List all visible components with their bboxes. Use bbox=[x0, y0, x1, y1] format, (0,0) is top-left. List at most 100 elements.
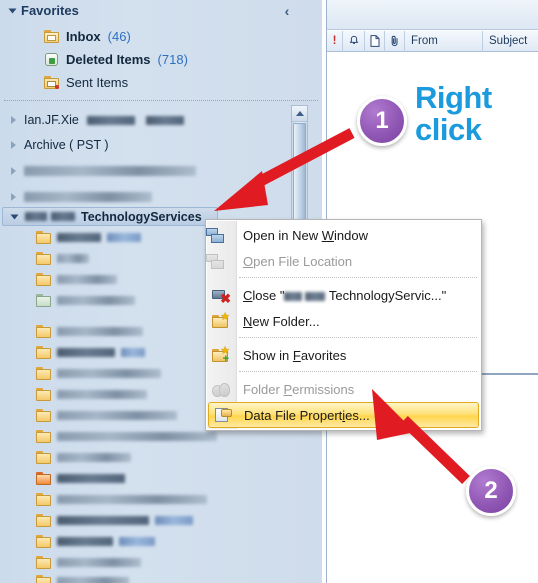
favorite-item-sent[interactable]: Sent Items bbox=[44, 71, 128, 93]
redacted-folder-label bbox=[57, 474, 125, 483]
tree-item-win-infra-support[interactable] bbox=[8, 187, 152, 207]
menu-separator bbox=[239, 277, 477, 279]
redacted-folder-label bbox=[57, 275, 117, 284]
open-location-icon bbox=[206, 253, 235, 269]
list-item[interactable] bbox=[36, 572, 129, 583]
folder-icon bbox=[36, 493, 51, 506]
tree-item-technology-services[interactable]: TechnologyServices bbox=[2, 207, 218, 226]
menu-separator bbox=[239, 337, 477, 339]
redacted-folder-label bbox=[57, 495, 207, 504]
context-menu[interactable]: Open in New Window Open File Location ✖ … bbox=[205, 219, 482, 431]
menu-item-new-folder[interactable]: ★ New Folder... bbox=[206, 308, 481, 334]
list-item[interactable] bbox=[36, 427, 217, 446]
folder-icon bbox=[36, 388, 51, 401]
reminder-column-header[interactable] bbox=[343, 30, 365, 52]
sent-folder-icon bbox=[44, 75, 59, 89]
menu-separator bbox=[239, 371, 477, 373]
list-item[interactable] bbox=[36, 511, 193, 530]
menu-label-show-in-favorites: Show in Favorites bbox=[243, 347, 347, 363]
collapse-pane-chevron-icon[interactable]: ‹ bbox=[278, 2, 296, 20]
redacted-text bbox=[86, 115, 135, 125]
list-item[interactable] bbox=[36, 270, 117, 289]
menu-item-show-in-favorites[interactable]: ★ + Show in Favorites bbox=[206, 342, 481, 368]
expand-triangle-icon[interactable] bbox=[9, 213, 19, 221]
folder-icon bbox=[36, 556, 51, 569]
tree-item-archive-pst[interactable]: Archive ( PST ) bbox=[8, 135, 109, 155]
redacted-folder-label bbox=[57, 577, 129, 583]
folder-icon bbox=[36, 575, 51, 583]
tree-item-account-ian[interactable]: Ian.JF.Xie bbox=[8, 110, 184, 130]
page-icon bbox=[370, 35, 379, 47]
redacted-folder-label bbox=[57, 233, 101, 242]
redacted-folder-label bbox=[57, 411, 177, 420]
redacted-folder-label bbox=[57, 390, 147, 399]
trash-can-icon bbox=[44, 52, 59, 66]
expand-triangle-icon[interactable] bbox=[8, 167, 18, 175]
favorite-item-inbox[interactable]: Inbox (46) bbox=[44, 25, 131, 47]
redacted-tree-label bbox=[24, 166, 196, 176]
folder-icon bbox=[36, 430, 51, 443]
list-item[interactable] bbox=[36, 249, 89, 268]
message-list-toolbar bbox=[327, 0, 538, 30]
favorite-label-inbox: Inbox bbox=[66, 28, 101, 44]
list-item[interactable] bbox=[36, 448, 131, 467]
new-window-icon bbox=[206, 227, 235, 243]
menu-label-new-folder: New Folder... bbox=[243, 313, 320, 329]
callout-line-1: Right bbox=[415, 80, 492, 115]
list-item[interactable] bbox=[36, 291, 135, 310]
folder-icon bbox=[36, 346, 51, 359]
bell-icon bbox=[349, 35, 358, 44]
menu-item-open-in-new-window[interactable]: Open in New Window bbox=[206, 222, 481, 248]
favorite-label-deleted: Deleted Items bbox=[66, 51, 151, 67]
list-item[interactable] bbox=[36, 469, 125, 488]
list-item[interactable] bbox=[36, 322, 143, 341]
item-icon-column-header[interactable] bbox=[365, 30, 385, 52]
favorites-header[interactable]: Favorites bbox=[8, 3, 79, 18]
subject-column-header[interactable]: Subject bbox=[483, 31, 538, 52]
folder-icon bbox=[36, 409, 51, 422]
expand-triangle-icon[interactable] bbox=[8, 193, 18, 201]
importance-column-header[interactable]: ! bbox=[327, 30, 343, 52]
favorites-separator bbox=[4, 100, 318, 101]
menu-label-open-file-location: Open File Location bbox=[243, 253, 353, 269]
menu-item-close-data-file[interactable]: ✖ Close " TechnologyServic..." bbox=[206, 282, 481, 308]
callout-line-2: click bbox=[415, 112, 482, 147]
list-item[interactable] bbox=[36, 553, 141, 572]
redacted-text bbox=[25, 212, 47, 221]
favorite-item-deleted[interactable]: Deleted Items (718) bbox=[44, 48, 188, 70]
redacted-folder-count bbox=[121, 348, 145, 357]
redacted-folder-label bbox=[57, 369, 161, 378]
redacted-folder-label bbox=[57, 558, 141, 567]
menu-item-open-file-location: Open File Location bbox=[206, 248, 481, 274]
folder-icon bbox=[36, 535, 51, 548]
menu-item-data-file-properties[interactable]: Data File Properties... bbox=[208, 402, 479, 428]
tree-item-suspicious-email-box[interactable] bbox=[8, 161, 196, 181]
list-item[interactable] bbox=[36, 228, 141, 247]
menu-label-folder-permissions: Folder Permissions bbox=[243, 381, 355, 397]
list-item[interactable] bbox=[36, 364, 161, 383]
attachment-column-header[interactable] bbox=[385, 30, 405, 52]
list-item[interactable] bbox=[36, 385, 147, 404]
favorites-expand-triangle-icon[interactable] bbox=[8, 8, 17, 13]
message-list-column-headers[interactable]: ! From Subject bbox=[327, 30, 538, 52]
expand-triangle-icon[interactable] bbox=[8, 116, 18, 124]
folder-icon bbox=[36, 325, 51, 338]
folder-icon bbox=[36, 252, 51, 265]
from-column-header[interactable]: From bbox=[405, 30, 483, 52]
folder-permissions-icon bbox=[206, 382, 235, 397]
redacted-folder-label bbox=[57, 296, 135, 305]
redacted-text bbox=[145, 115, 184, 125]
expand-triangle-icon[interactable] bbox=[8, 141, 18, 149]
scroll-up-arrow-icon[interactable] bbox=[292, 106, 307, 122]
menu-label-close-data-file: Close " TechnologyServic..." bbox=[243, 287, 447, 303]
folder-icon bbox=[36, 451, 51, 464]
folder-icon bbox=[36, 273, 51, 286]
redacted-text bbox=[51, 212, 75, 221]
list-item[interactable] bbox=[36, 406, 177, 425]
list-item[interactable] bbox=[36, 343, 145, 362]
tree-label-technology-services: TechnologyServices bbox=[81, 209, 202, 224]
list-item[interactable] bbox=[36, 490, 207, 509]
show-in-favorites-icon: ★ + bbox=[206, 345, 235, 364]
list-item[interactable] bbox=[36, 532, 155, 551]
folder-icon bbox=[36, 367, 51, 380]
